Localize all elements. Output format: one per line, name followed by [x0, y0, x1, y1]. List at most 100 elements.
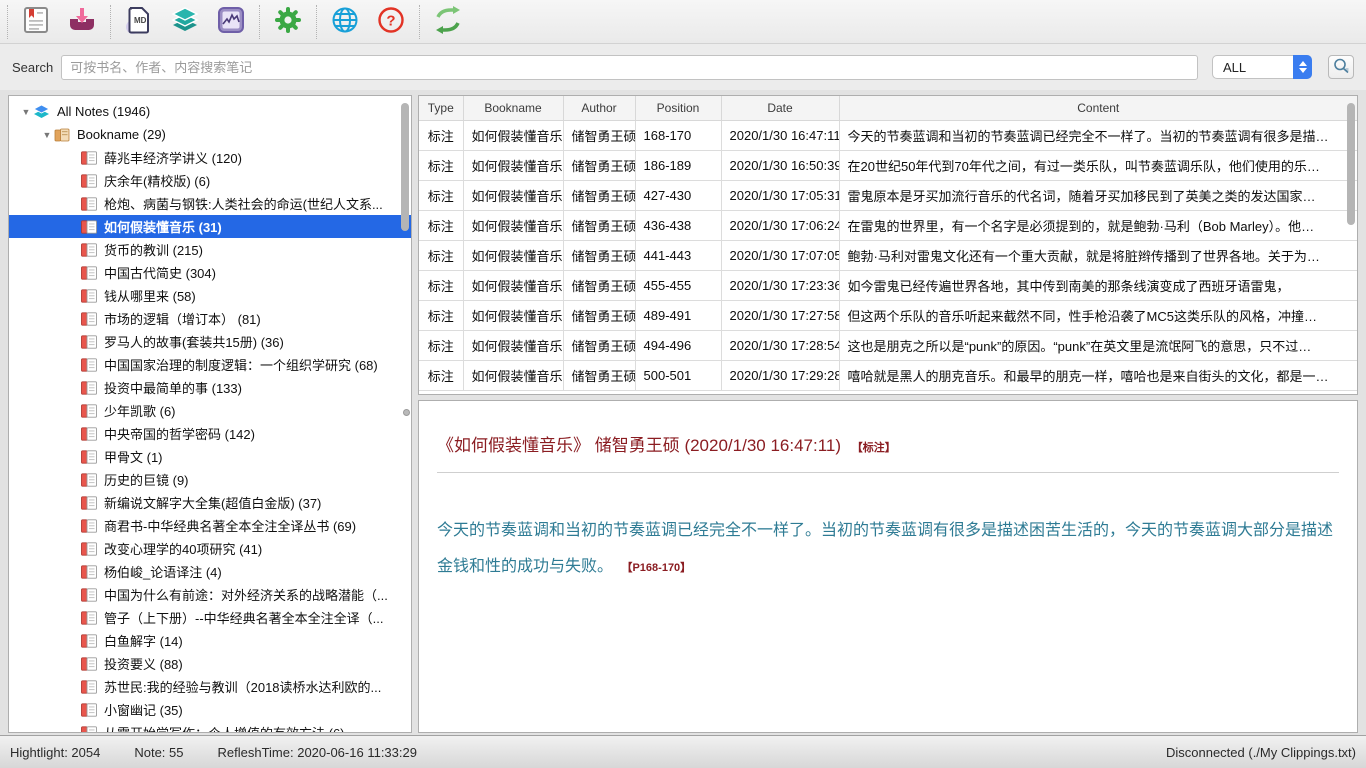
detail-body-text: 今天的节奏蓝调和当初的节奏蓝调已经完全不一样了。当初的节奏蓝调有很多是描述困苦生… [437, 522, 1333, 575]
status-bar: Hightlight: 2054 Note: 55 RefleshTime: 2… [0, 735, 1366, 768]
table-scrollbar[interactable] [1347, 103, 1355, 225]
cell-type: 标注 [419, 120, 463, 150]
cell-bookname: 如何假装懂音乐 [463, 150, 563, 180]
sidebar-item-book[interactable]: 货币的教训 (215) [9, 238, 411, 261]
book-icon [81, 680, 97, 694]
column-header-author[interactable]: Author [563, 96, 635, 120]
column-header-type[interactable]: Type [419, 96, 463, 120]
search-icon [1333, 58, 1350, 77]
sidebar-item-book[interactable]: 白鱼解字 (14) [9, 629, 411, 652]
cell-content: 但这两个乐队的音乐听起来截然不同，性手枪沿袭了MC5这类乐队的风格，冲撞… [839, 300, 1357, 330]
sidebar-item-book[interactable]: 投资中最简单的事 (133) [9, 376, 411, 399]
help-button[interactable]: ? [368, 2, 414, 42]
book-title-label: 中国古代简史 (304) [104, 263, 216, 282]
column-header-bookname[interactable]: Bookname [463, 96, 563, 120]
splitter-handle[interactable] [403, 409, 410, 416]
book-title-label: 商君书-中华经典名著全本全注全译丛书 (69) [104, 516, 356, 535]
column-header-position[interactable]: Position [635, 96, 721, 120]
table-row[interactable]: 标注如何假装懂音乐储智勇王硕441-4432020/1/30 17:07:05鲍… [419, 240, 1357, 270]
cell-date: 2020/1/30 17:07:05 [721, 240, 839, 270]
web-globe-icon [330, 5, 360, 38]
toolbar-separator [419, 5, 420, 39]
sidebar-item-book[interactable]: 枪炮、病菌与钢铁:人类社会的命运(世纪人文系... [9, 192, 411, 215]
cell-date: 2020/1/30 17:06:24 [721, 210, 839, 240]
column-header-date[interactable]: Date [721, 96, 839, 120]
sidebar-item-book[interactable]: 罗马人的故事(套装共15册) (36) [9, 330, 411, 353]
markdown-export-button[interactable]: MD [116, 2, 162, 42]
sidebar-item-book[interactable]: 少年凯歌 (6) [9, 399, 411, 422]
book-title-label: 苏世民:我的经验与教训（2018读桥水达利欧的... [104, 677, 381, 696]
book-icon [81, 473, 97, 487]
table-row[interactable]: 标注如何假装懂音乐储智勇王硕427-4302020/1/30 17:05:31雷… [419, 180, 1357, 210]
sidebar-item-book[interactable]: 杨伯峻_论语译注 (4) [9, 560, 411, 583]
sidebar-item-book[interactable]: 钱从哪里来 (58) [9, 284, 411, 307]
layers-export-icon [170, 5, 200, 38]
sidebar-item-book[interactable]: 历史的巨镜 (9) [9, 468, 411, 491]
table-row[interactable]: 标注如何假装懂音乐储智勇王硕494-4962020/1/30 17:28:54这… [419, 330, 1357, 360]
book-title-label: 从零开始学写作：个人增值的有效方法 (6) [104, 723, 345, 733]
table-row[interactable]: 标注如何假装懂音乐储智勇王硕455-4552020/1/30 17:23:36如… [419, 270, 1357, 300]
highlight-count: Hightlight: 2054 [10, 745, 100, 760]
search-button[interactable] [1328, 55, 1354, 79]
sidebar-item-book[interactable]: 小窗幽记 (35) [9, 698, 411, 721]
sidebar-item-book[interactable]: 庆余年(精校版) (6) [9, 169, 411, 192]
svg-text:MD: MD [134, 16, 147, 25]
import-clippings-button[interactable] [59, 2, 105, 42]
tree-item-all-notes[interactable]: ▼ All Notes (1946) [9, 100, 411, 123]
disclosure-triangle-icon[interactable]: ▼ [40, 130, 54, 140]
cell-date: 2020/1/30 17:27:58 [721, 300, 839, 330]
cell-bookname: 如何假装懂音乐 [463, 300, 563, 330]
filter-dropdown[interactable]: ALL [1212, 55, 1312, 79]
layers-export-button[interactable] [162, 2, 208, 42]
sidebar-item-book[interactable]: 改变心理学的40项研究 (41) [9, 537, 411, 560]
settings-gear-button[interactable] [265, 2, 311, 42]
sidebar-item-book[interactable]: 苏世民:我的经验与教训（2018读桥水达利欧的... [9, 675, 411, 698]
table-row[interactable]: 标注如何假装懂音乐储智勇王硕168-1702020/1/30 16:47:11今… [419, 120, 1357, 150]
sidebar-item-book[interactable]: 如何假装懂音乐 (31) [9, 215, 411, 238]
table-row[interactable]: 标注如何假装懂音乐储智勇王硕186-1892020/1/30 16:50:39在… [419, 150, 1357, 180]
note-detail-title: 《如何假装懂音乐》 储智勇王硕 (2020/1/30 16:47:11) 【标注… [437, 431, 1339, 456]
table-row[interactable]: 标注如何假装懂音乐储智勇王硕436-4382020/1/30 17:06:24在… [419, 210, 1357, 240]
cell-position: 489-491 [635, 300, 721, 330]
search-input[interactable] [61, 55, 1198, 80]
sidebar-item-book[interactable]: 管子（上下册）--中华经典名著全本全注全译（... [9, 606, 411, 629]
book-icon [81, 312, 97, 326]
cell-position: 186-189 [635, 150, 721, 180]
book-title-label: 市场的逻辑（增订本） (81) [104, 309, 261, 328]
notes-document-button[interactable] [13, 2, 59, 42]
sidebar-item-book[interactable]: 市场的逻辑（增订本） (81) [9, 307, 411, 330]
cell-author: 储智勇王硕 [563, 300, 635, 330]
sidebar-item-book[interactable]: 中国为什么有前途：对外经济关系的战略潜能（... [9, 583, 411, 606]
cell-content: 在20世纪50年代到70年代之间，有过一类乐队，叫节奏蓝调乐队，他们使用的乐… [839, 150, 1357, 180]
tree-item-bookname-group[interactable]: ▼ Bookname (29) [9, 123, 411, 146]
book-title-label: 投资要义 (88) [104, 654, 183, 673]
table-row[interactable]: 标注如何假装懂音乐储智勇王硕489-4912020/1/30 17:27:58但… [419, 300, 1357, 330]
cell-date: 2020/1/30 16:47:11 [721, 120, 839, 150]
sidebar-scrollbar[interactable] [401, 103, 409, 231]
sidebar-item-book[interactable]: 中央帝国的哲学密码 (142) [9, 422, 411, 445]
cell-position: 500-501 [635, 360, 721, 390]
cell-author: 储智勇王硕 [563, 240, 635, 270]
svg-text:?: ? [386, 13, 395, 30]
detail-title-text: 《如何假装懂音乐》 储智勇王硕 (2020/1/30 16:47:11) [437, 436, 841, 455]
column-header-content[interactable]: Content [839, 96, 1357, 120]
book-icon [81, 404, 97, 418]
sidebar-item-book[interactable]: 投资要义 (88) [9, 652, 411, 675]
book-icon [81, 565, 97, 579]
cell-content: 鲍勃·马利对雷鬼文化还有一个重大贡献，就是将脏辫传播到了世界各地。关于为… [839, 240, 1357, 270]
statistics-button[interactable] [208, 2, 254, 42]
sidebar-item-book[interactable]: 从零开始学写作：个人增值的有效方法 (6) [9, 721, 411, 733]
sidebar-item-book[interactable]: 中国国家治理的制度逻辑：一个组织学研究 (68) [9, 353, 411, 376]
web-globe-button[interactable] [322, 2, 368, 42]
disclosure-triangle-icon[interactable]: ▼ [19, 107, 33, 117]
sync-refresh-button[interactable] [425, 2, 471, 42]
sidebar-item-book[interactable]: 薛兆丰经济学讲义 (120) [9, 146, 411, 169]
sidebar-item-book[interactable]: 商君书-中华经典名著全本全注全译丛书 (69) [9, 514, 411, 537]
cell-type: 标注 [419, 360, 463, 390]
sidebar-item-book[interactable]: 甲骨文 (1) [9, 445, 411, 468]
sidebar-item-book[interactable]: 新编说文解字大全集(超值白金版) (37) [9, 491, 411, 514]
book-title-label: 投资中最简单的事 (133) [104, 378, 242, 397]
detail-position-tag: 【P168-170】 [621, 562, 691, 574]
sidebar-item-book[interactable]: 中国古代简史 (304) [9, 261, 411, 284]
table-row[interactable]: 标注如何假装懂音乐储智勇王硕500-5012020/1/30 17:29:28嘻… [419, 360, 1357, 390]
